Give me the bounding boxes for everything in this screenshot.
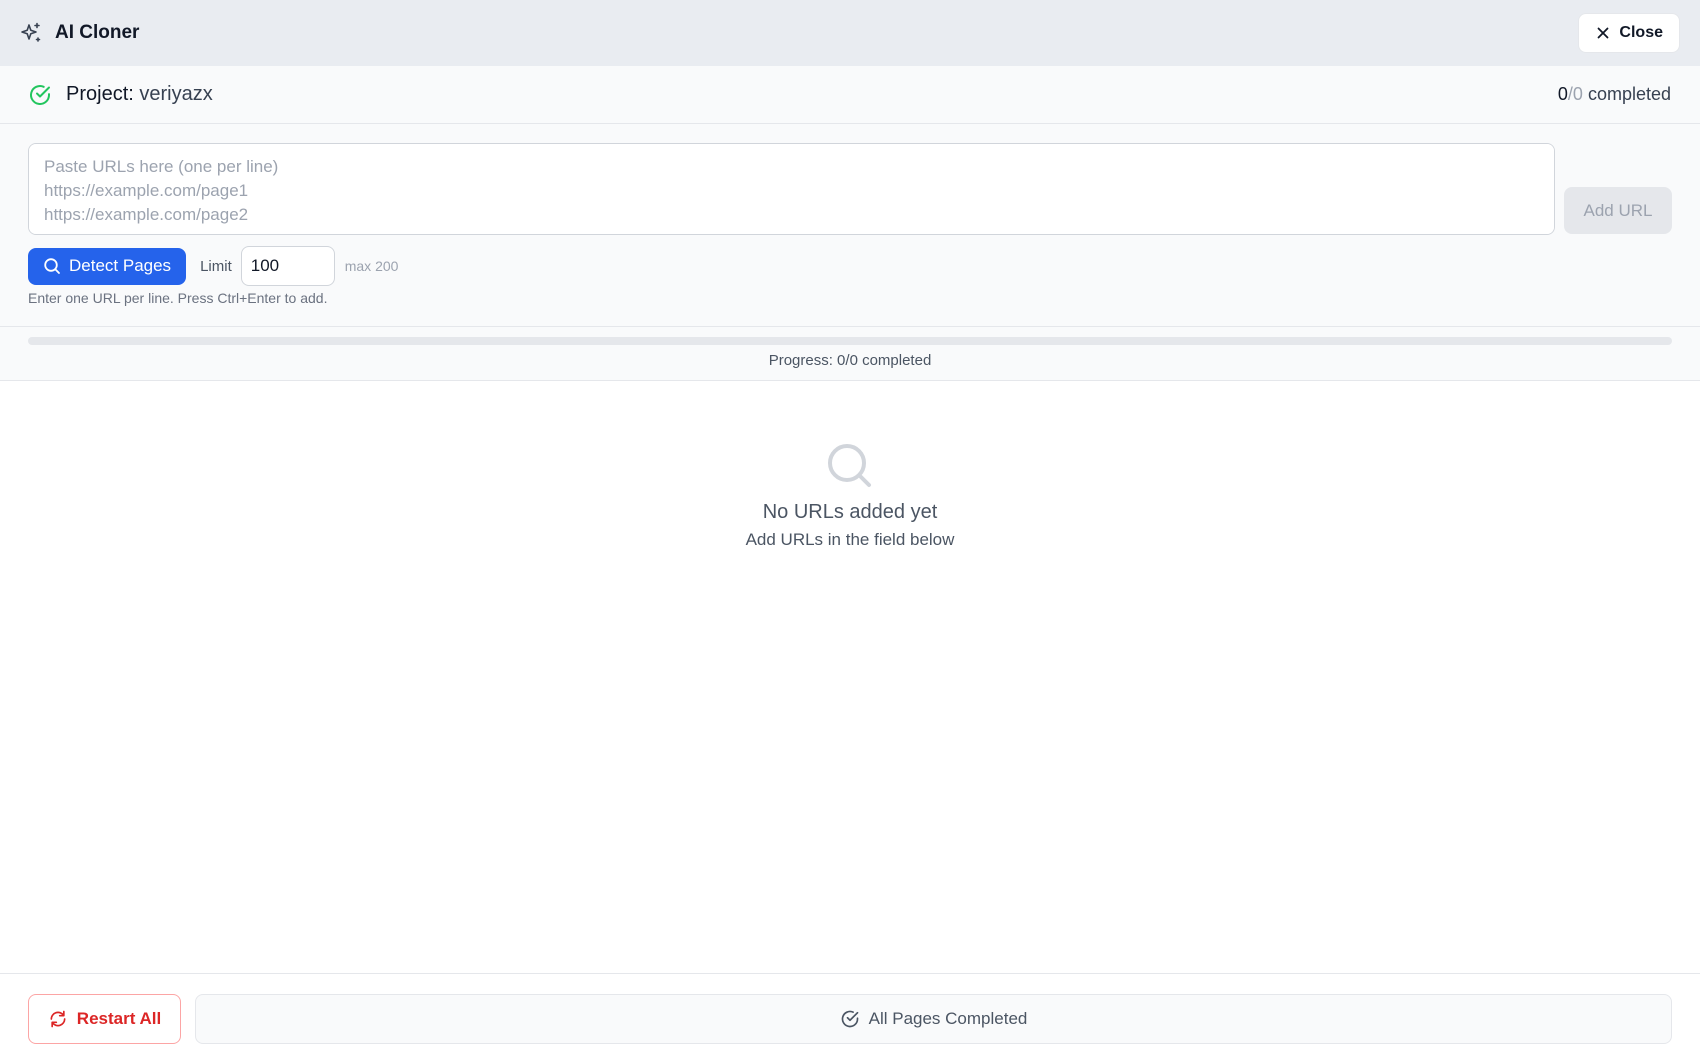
progress-bar	[28, 337, 1672, 345]
controls-row: Detect Pages Limit max 200	[28, 245, 398, 287]
project-title: Project: veriyazx	[66, 83, 213, 106]
count-done: 0	[1557, 84, 1568, 104]
sparkles-icon	[19, 21, 43, 45]
empty-subtitle: Add URLs in the field below	[745, 530, 955, 549]
progress-text: Progress: 0/0 completed	[768, 352, 932, 369]
detect-pages-button[interactable]: Detect Pages	[28, 247, 187, 285]
progress-section: Progress: 0/0 completed	[0, 327, 1700, 381]
empty-state: No URLs added yet Add URLs in the field …	[0, 440, 1700, 550]
limit-label: Limit	[200, 257, 232, 275]
restart-all-label: Restart All	[76, 1009, 162, 1028]
count-suffix: completed	[1582, 84, 1671, 104]
brand: AI Cloner	[19, 21, 139, 45]
completed-count: 0/0 completed	[1558, 84, 1671, 105]
restart-all-button[interactable]: Restart All	[28, 994, 181, 1044]
refresh-icon	[48, 1009, 68, 1029]
url-textarea[interactable]	[28, 143, 1555, 235]
project-label: Project:	[66, 83, 134, 105]
search-icon	[43, 257, 61, 275]
close-label: Close	[1619, 24, 1663, 41]
url-input-section: Add URL Detect Pages Limit max 200 Enter…	[0, 124, 1700, 327]
add-url-button[interactable]: Add URL	[1564, 187, 1672, 234]
limit-input[interactable]	[240, 246, 335, 286]
close-button[interactable]: Close	[1578, 13, 1680, 53]
footer: Restart All All Pages Completed	[0, 973, 1700, 1062]
all-pages-completed-label: All Pages Completed	[868, 1009, 1028, 1028]
all-pages-completed-button[interactable]: All Pages Completed	[195, 994, 1672, 1044]
app-title: AI Cloner	[55, 22, 140, 43]
empty-title: No URLs added yet	[762, 501, 938, 523]
project-name: veriyazx	[139, 83, 213, 105]
check-circle-icon	[28, 83, 52, 107]
max-label: max 200	[344, 258, 399, 274]
project-bar: Project: veriyazx 0/0 completed	[0, 66, 1700, 124]
close-icon	[1595, 25, 1611, 41]
check-circle-icon	[840, 1009, 860, 1029]
count-total: 0	[1572, 84, 1583, 104]
project-info: Project: veriyazx	[28, 83, 213, 107]
input-hint: Enter one URL per line. Press Ctrl+Enter…	[28, 290, 328, 306]
search-icon	[824, 440, 876, 492]
detect-pages-label: Detect Pages	[69, 256, 172, 275]
top-bar: AI Cloner Close	[0, 0, 1700, 66]
